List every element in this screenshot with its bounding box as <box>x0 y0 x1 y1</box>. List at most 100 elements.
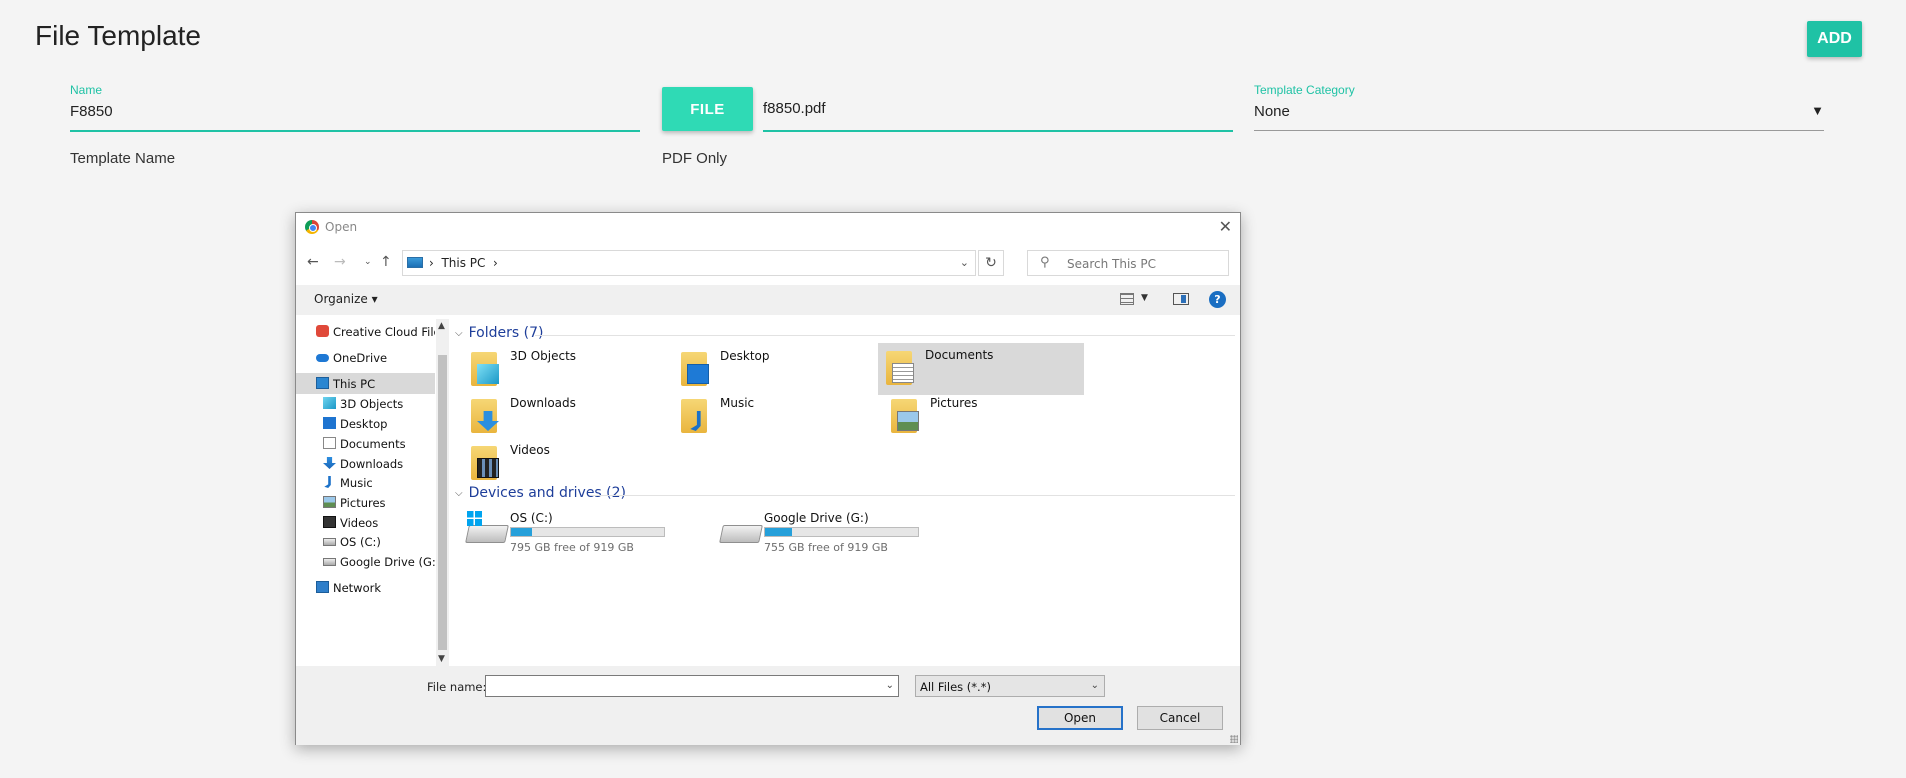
nav-item-label: Pictures <box>340 496 386 510</box>
desktop-icon <box>681 350 711 386</box>
file-name-input[interactable]: ⌄ <box>485 675 899 697</box>
folders-group-header[interactable]: ⌵ Folders (7) <box>455 325 543 341</box>
nav-item-label: Music <box>340 476 373 490</box>
file-field[interactable]: f8850.pdf <box>763 100 1233 133</box>
nav-item[interactable]: OneDrive <box>296 347 435 368</box>
folder-item[interactable]: Desktop <box>673 344 879 396</box>
drive-usage-fill <box>511 528 532 536</box>
folder-item[interactable]: Music <box>673 391 879 443</box>
network-icon <box>316 581 329 593</box>
recent-locations-icon[interactable]: ⌄ <box>364 257 372 267</box>
folder-item[interactable]: Pictures <box>883 391 1089 443</box>
folder-label: Pictures <box>930 396 978 410</box>
name-field[interactable]: Name F8850 Template Name <box>70 83 640 167</box>
dialog-title: Open <box>325 220 358 234</box>
nav-item-label: Desktop <box>340 417 388 431</box>
drive-usage-fill <box>765 528 793 536</box>
nav-item[interactable]: Google Drive (G:) <box>296 551 435 572</box>
open-button[interactable]: Open <box>1037 706 1123 730</box>
forward-arrow-icon[interactable]: → <box>334 254 346 270</box>
folder-label: Music <box>720 396 755 410</box>
nav-item[interactable]: Desktop <box>296 413 435 434</box>
folder-label: 3D Objects <box>510 349 577 363</box>
nav-item[interactable]: OS (C:) <box>296 531 435 552</box>
folder-label: Documents <box>925 348 994 362</box>
change-view-icon[interactable] <box>1120 293 1134 305</box>
file-list-pane: ⌵ Folders (7) ⌵ Devices and drives (2) 3D … <box>449 319 1240 666</box>
close-icon[interactable]: ✕ <box>1219 217 1232 236</box>
category-value: None <box>1254 103 1290 120</box>
name-hint: Template Name <box>70 150 176 167</box>
cancel-button[interactable]: Cancel <box>1137 706 1223 730</box>
folder-label: Videos <box>510 443 550 457</box>
pictures-icon <box>323 496 336 508</box>
file-underline <box>763 130 1233 132</box>
nav-item-label: Documents <box>340 437 406 451</box>
chevron-down-icon: ⌄ <box>1090 680 1099 691</box>
drive-usage-bar <box>510 527 665 537</box>
category-underline <box>1254 130 1824 131</box>
nav-item-label: Creative Cloud Files <box>333 325 435 339</box>
address-bar[interactable]: › This PC › ⌄ <box>402 250 976 276</box>
view-dropdown-icon[interactable]: ▼ <box>1141 293 1148 303</box>
name-input[interactable]: F8850 <box>70 103 640 120</box>
scroll-up-icon[interactable]: ▲ <box>438 321 445 331</box>
drive-icon <box>323 558 336 566</box>
organize-label: Organize <box>314 292 368 306</box>
scroll-thumb[interactable] <box>438 355 447 650</box>
nav-item[interactable]: 3D Objects <box>296 393 435 414</box>
file-name-label: File name: <box>427 680 487 694</box>
address-this-pc[interactable]: This PC <box>441 256 485 270</box>
nav-item[interactable]: Network <box>296 577 435 598</box>
nav-scrollbar[interactable]: ▲ ▼ <box>436 319 449 666</box>
folder-item[interactable]: Documents <box>878 343 1084 395</box>
refresh-icon[interactable]: ↻ <box>978 250 1004 276</box>
folder-item[interactable]: Downloads <box>463 391 669 443</box>
nav-item[interactable]: Creative Cloud Files <box>296 321 435 342</box>
add-button[interactable]: ADD <box>1807 21 1862 57</box>
template-category-select[interactable]: Template Category None ▼ <box>1254 83 1824 133</box>
nav-item[interactable]: Downloads <box>296 453 435 474</box>
nav-item[interactable]: This PC <box>296 373 435 394</box>
scroll-down-icon[interactable]: ▼ <box>438 654 445 664</box>
drive-free-space: 795 GB free of 919 GB <box>510 541 634 554</box>
name-underline <box>70 130 640 132</box>
dropdown-arrow-icon[interactable]: ▼ <box>1811 103 1824 118</box>
downloads-icon <box>323 457 336 469</box>
folder-item[interactable]: Videos <box>463 438 669 490</box>
pictures-icon <box>891 397 921 433</box>
back-arrow-icon[interactable]: ← <box>307 254 319 270</box>
drive-item[interactable]: Google Drive (G:) 755 GB free of 919 GB <box>719 509 934 555</box>
3d-objects-icon <box>471 350 501 386</box>
nav-item[interactable]: Documents <box>296 433 435 454</box>
documents-icon <box>323 437 336 449</box>
help-icon[interactable]: ? <box>1209 291 1226 308</box>
file-button[interactable]: FILE <box>662 87 753 131</box>
nav-item[interactable]: Videos <box>296 512 435 533</box>
search-icon: ⚲ <box>1040 255 1050 270</box>
chevron-down-icon[interactable]: ⌄ <box>886 680 894 691</box>
drive-usage-bar <box>764 527 919 537</box>
nav-item-label: Network <box>333 581 382 595</box>
computer-icon <box>316 377 329 389</box>
videos-icon <box>471 444 501 480</box>
file-type-value: All Files (*.*) <box>920 680 991 694</box>
windows-drive-icon <box>465 525 509 543</box>
nav-item[interactable]: Pictures <box>296 492 435 513</box>
file-type-select[interactable]: All Files (*.*) ⌄ <box>915 675 1105 697</box>
nav-item[interactable]: Music <box>296 472 435 493</box>
folder-item[interactable]: 3D Objects <box>463 344 669 396</box>
organize-menu[interactable]: Organize ▾ <box>314 292 378 306</box>
music-icon <box>681 397 711 433</box>
nav-item-label: This PC <box>333 377 376 391</box>
preview-pane-icon[interactable] <box>1173 293 1189 305</box>
chrome-icon <box>305 220 319 234</box>
name-label: Name <box>70 83 103 97</box>
search-input[interactable]: ⚲ Search This PC <box>1027 250 1229 276</box>
drive-item[interactable]: OS (C:) 795 GB free of 919 GB <box>465 509 680 555</box>
up-arrow-icon[interactable]: ↑ <box>380 254 392 270</box>
dialog-titlebar[interactable]: Open ✕ <box>296 213 1240 241</box>
nav-item-label: 3D Objects <box>340 397 404 411</box>
resize-grip-icon[interactable] <box>1230 735 1238 743</box>
chevron-down-icon[interactable]: ⌄ <box>960 256 969 269</box>
